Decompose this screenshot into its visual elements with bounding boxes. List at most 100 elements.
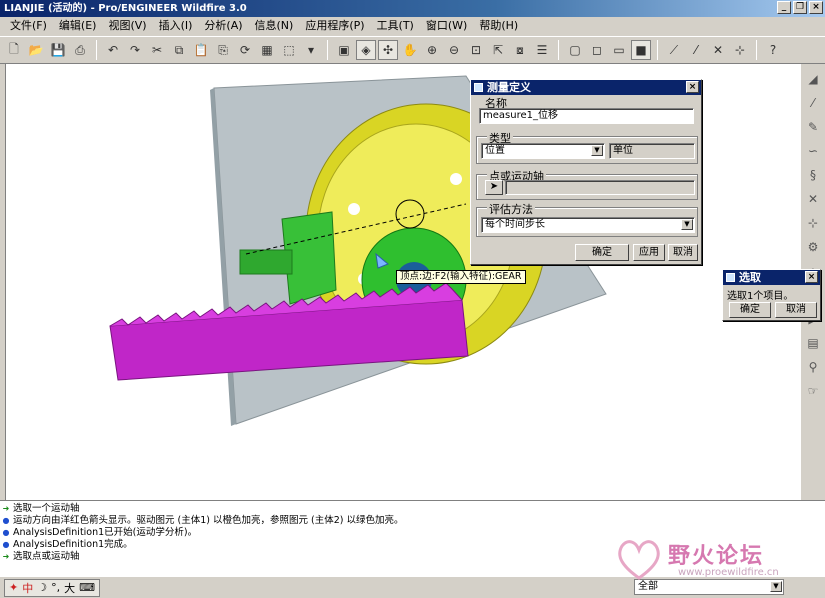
saved-views-icon[interactable]: ⧇ [510, 40, 530, 60]
select-dialog-close-icon[interactable]: × [805, 271, 818, 283]
select-ok-button[interactable]: 确定 [729, 302, 771, 318]
ime-width[interactable]: 大 [64, 580, 75, 596]
menu-analysis[interactable]: 分析(A) [198, 17, 248, 35]
undo-icon[interactable]: ↶ [103, 40, 123, 60]
sketch-tool-icon[interactable]: ✎ [804, 118, 822, 136]
punctuation-icon[interactable]: °, [51, 581, 60, 594]
pick-tooltip: 顶点:边:F2(输入特征):GEAR [396, 270, 526, 284]
zoom-out-icon[interactable]: ⊖ [444, 40, 464, 60]
spin-center-icon[interactable]: ◈ [356, 40, 376, 60]
measure-definition-dialog: 测量定义 × 名称 measure1_位移 类型 位置 ▼ 单位 点或运动轴 ➤… [470, 79, 702, 265]
minimize-button[interactable]: _ [777, 1, 791, 14]
shading-icon[interactable]: ■ [631, 40, 651, 60]
orient-mode-icon[interactable]: ✣ [378, 40, 398, 60]
method-group: 评估方法 每个时间步长 ▼ [476, 201, 698, 237]
message-line: ➜ 选取一个运动轴 [2, 503, 80, 514]
measure-name-input[interactable]: measure1_位移 [479, 108, 694, 124]
measure-dialog-close-icon[interactable]: × [686, 81, 699, 93]
main-toolbar: 🗋 📂 💾 ⎙ ↶ ↷ ✂ ⧉ 📋 ⎘ ⟳ ▦ ⬚ ▾ ▣ ◈ ✣ ✋ ⊕ ⊖ … [0, 36, 825, 64]
info-bullet-icon: ● [2, 528, 10, 537]
hidden-line-icon[interactable]: ◻ [587, 40, 607, 60]
select-arrow-button[interactable]: ➤ [485, 180, 503, 195]
title-bar: LIANJIE (活动的) - Pro/ENGINEER Wildfire 3.… [0, 0, 825, 17]
spring-tool-icon[interactable]: § [804, 166, 822, 184]
type-select[interactable]: 位置 ▼ [481, 143, 605, 159]
redo-icon[interactable]: ↷ [125, 40, 145, 60]
menu-window[interactable]: 窗口(W) [420, 17, 473, 35]
message-line: ➜ 选取点或运动轴 [2, 551, 80, 562]
regenerate-icon[interactable]: ⟳ [235, 40, 255, 60]
menu-help[interactable]: 帮助(H) [473, 17, 524, 35]
datum-axes-icon[interactable]: ⁄ [686, 40, 706, 60]
message-line: ● 运动方向由洋红色箭头显示。驱动图元 (主体1) 以橙色加亮，参照图元 (主体2… [2, 515, 404, 526]
datum-axis-tool-icon[interactable]: ⁄ [804, 94, 822, 112]
curve-tool-icon[interactable]: ∽ [804, 142, 822, 160]
drag-tool-icon[interactable]: ☞ [804, 382, 822, 400]
chevron-down-icon[interactable]: ▼ [681, 219, 693, 230]
measure-apply-button[interactable]: 应用 [633, 244, 665, 261]
ime-mode[interactable]: 中 [22, 580, 33, 596]
measure-ok-button[interactable]: 确定 [575, 244, 629, 261]
new-file-icon[interactable]: 🗋 [4, 40, 24, 60]
menu-info[interactable]: 信息(N) [249, 17, 300, 35]
csys-tool-icon[interactable]: ⊹ [804, 214, 822, 232]
refit-icon[interactable]: ⊡ [466, 40, 486, 60]
message-line: ● AnalysisDefinition1完成。 [2, 539, 133, 550]
connect-tool-icon[interactable]: ⚲ [804, 358, 822, 376]
save-icon[interactable]: 💾 [48, 40, 68, 60]
window-icon[interactable]: ▦ [257, 40, 277, 60]
point-tool-icon[interactable]: ✕ [804, 190, 822, 208]
coordinate-systems-icon[interactable]: ⊹ [730, 40, 750, 60]
keyboard-icon[interactable]: ⌨ [79, 581, 95, 594]
measure-dialog-title: 测量定义 [487, 81, 531, 94]
method-select[interactable]: 每个时间步长 ▼ [481, 217, 695, 233]
copy-icon[interactable]: ⧉ [169, 40, 189, 60]
open-folder-icon[interactable]: 📂 [26, 40, 46, 60]
info-bullet-icon: ● [2, 516, 10, 525]
method-select-value: 每个时间步长 [485, 219, 545, 230]
close-button[interactable]: × [809, 1, 823, 14]
menu-edit[interactable]: 编辑(E) [53, 17, 103, 35]
layers-icon[interactable]: ☰ [532, 40, 552, 60]
context-help-icon[interactable]: ? [763, 40, 783, 60]
moon-icon[interactable]: ☽ [37, 581, 47, 594]
select-box-icon[interactable]: ⬚ [279, 40, 299, 60]
pan-hand-icon[interactable]: ✋ [400, 40, 420, 60]
menu-view[interactable]: 视图(V) [102, 17, 152, 35]
type-select-value: 位置 [485, 145, 505, 156]
motor-tool-icon[interactable]: ⚙ [804, 238, 822, 256]
measure-tool-icon[interactable]: ▤ [804, 334, 822, 352]
restore-button[interactable]: ❐ [793, 1, 807, 14]
no-hidden-icon[interactable]: ▭ [609, 40, 629, 60]
datum-points-icon[interactable]: ✕ [708, 40, 728, 60]
selection-filter-value: 全部 [638, 581, 658, 592]
gear-hole [450, 173, 462, 185]
repaint-icon[interactable]: ▣ [334, 40, 354, 60]
arrow-cursor-icon: ➤ [489, 181, 499, 192]
wireframe-icon[interactable]: ▢ [565, 40, 585, 60]
unit-field: 单位 [609, 143, 695, 159]
selection-filter-select[interactable]: 全部 ▼ [634, 579, 784, 595]
dropdown-arrow-icon[interactable]: ▾ [301, 40, 321, 60]
chevron-down-icon[interactable]: ▼ [591, 145, 603, 156]
datum-planes-icon[interactable]: ⟋ [664, 40, 684, 60]
menu-file[interactable]: 文件(F) [4, 17, 53, 35]
point-or-axis-collector[interactable] [505, 180, 695, 195]
menu-applications[interactable]: 应用程序(P) [299, 17, 370, 35]
menu-insert[interactable]: 插入(I) [153, 17, 199, 35]
paste-special-icon[interactable]: ⎘ [213, 40, 233, 60]
reorient-icon[interactable]: ⇱ [488, 40, 508, 60]
measure-cancel-button[interactable]: 取消 [668, 244, 698, 261]
zoom-in-icon[interactable]: ⊕ [422, 40, 442, 60]
datum-plane-tool-icon[interactable]: ◢ [804, 70, 822, 88]
ime-toolbar[interactable]: ✦ 中 ☽ °, 大 ⌨ [4, 578, 100, 597]
paste-icon[interactable]: 📋 [191, 40, 211, 60]
select-cancel-button[interactable]: 取消 [775, 302, 817, 318]
print-icon[interactable]: ⎙ [70, 40, 90, 60]
cut-icon[interactable]: ✂ [147, 40, 167, 60]
type-group: 类型 位置 ▼ 单位 [476, 130, 698, 164]
chevron-down-icon[interactable]: ▼ [770, 581, 782, 592]
menu-bar: 文件(F) 编辑(E) 视图(V) 插入(I) 分析(A) 信息(N) 应用程序… [0, 17, 825, 35]
info-bullet-icon: ● [2, 540, 10, 549]
menu-tools[interactable]: 工具(T) [371, 17, 420, 35]
